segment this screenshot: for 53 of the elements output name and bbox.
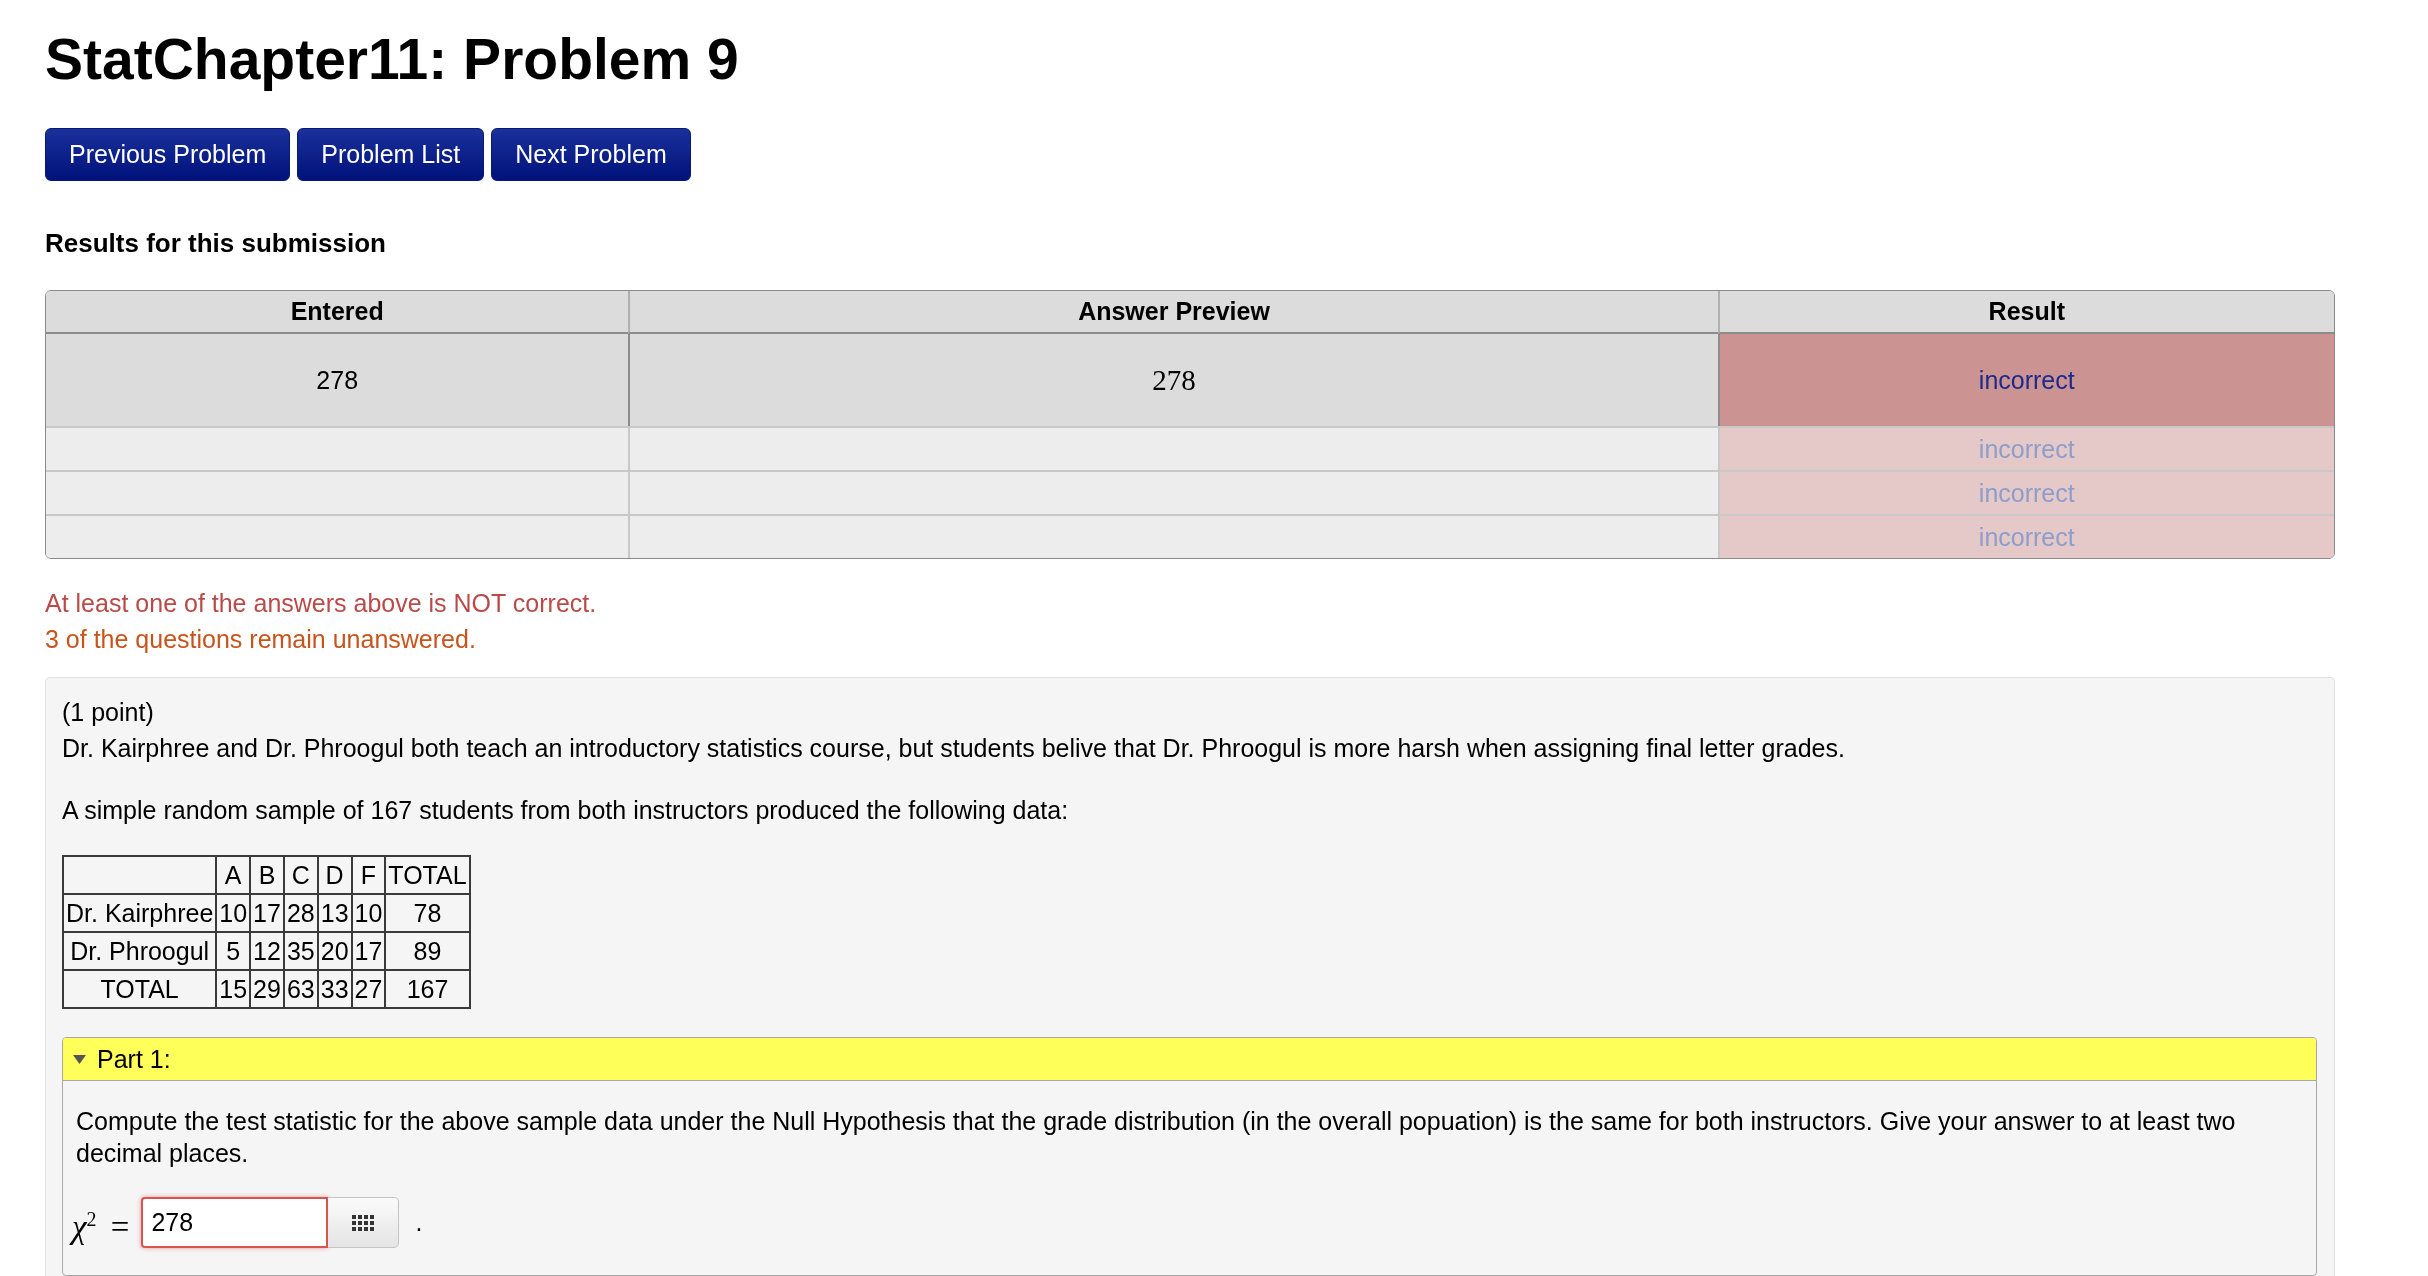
column-header: D — [317, 856, 352, 894]
column-header: Result — [1717, 291, 2334, 334]
question-text: Compute the test statistic for the above sample data under the Null Hypothesis that the grade distribution (in the overall popuation) is the same for both instructors. Give your answer to at least two decimal places. — [76, 1106, 2237, 1169]
table-cell: 27 — [351, 970, 386, 1008]
row-header: TOTAL — [63, 970, 217, 1008]
nav-button[interactable]: Problem List — [297, 128, 485, 181]
result-cell: incorrect — [1717, 426, 2334, 470]
part-header[interactable]: Part 1: — [63, 1038, 2316, 1081]
table-cell: 13 — [317, 894, 352, 932]
nav-button[interactable]: Previous Problem — [45, 128, 291, 181]
problem-text: Dr. Kairphree and Dr. Phroogul both teach an introductory statistics course, but students belive that Dr. Phroogul is more harsh when assigning final letter grades. — [62, 733, 1846, 764]
entered-cell: 278 — [46, 334, 629, 426]
column-header: TOTAL — [385, 856, 470, 894]
row-header: Dr. Kairphree — [63, 894, 217, 932]
preview-cell: 278 — [628, 334, 1718, 426]
table-cell: 35 — [283, 932, 318, 970]
table-cell: 17 — [250, 894, 284, 932]
column-header: Answer Preview — [628, 291, 1718, 334]
table-cell: 89 — [385, 932, 470, 970]
table-cell: 167 — [385, 970, 470, 1008]
column-header: B — [250, 856, 284, 894]
row-header: Dr. Phroogul — [63, 932, 217, 970]
nav-button[interactable]: Next Problem — [491, 128, 691, 181]
points-text: (1 point) — [62, 697, 154, 728]
error-message: At least one of the answers above is NOT correct. — [45, 588, 597, 619]
column-header: A — [216, 856, 251, 894]
caret-icon — [73, 1054, 86, 1064]
result-cell: incorrect — [1717, 514, 2334, 558]
table-cell: 12 — [250, 932, 284, 970]
warning-message: 3 of the questions remain unanswered. — [45, 624, 476, 655]
answer-input[interactable]: 278 — [141, 1197, 329, 1248]
table-cell: 63 — [283, 970, 318, 1008]
grid-icon — [352, 1214, 375, 1231]
table-cell: 17 — [351, 932, 386, 970]
column-header: Entered — [46, 291, 629, 334]
table-cell: 10 — [216, 894, 251, 932]
table-cell: 33 — [317, 970, 352, 1008]
table-cell: 29 — [250, 970, 284, 1008]
column-header: C — [283, 856, 318, 894]
table-cell: 5 — [216, 932, 251, 970]
section-heading: Results for this submission — [45, 228, 386, 259]
result-cell: incorrect — [1717, 470, 2334, 514]
table-cell: 15 — [216, 970, 251, 1008]
table-cell: 20 — [317, 932, 352, 970]
problem-text: A simple random sample of 167 students from both instructors produced the following data: — [62, 795, 1070, 826]
page-title: StatChapter11: Problem 9 — [45, 26, 739, 93]
table-cell: 78 — [385, 894, 470, 932]
result-cell: incorrect — [1717, 334, 2334, 426]
column-header: F — [351, 856, 386, 894]
table-cell: 28 — [283, 894, 318, 932]
table-cell: 10 — [351, 894, 386, 932]
punctuation-text: . — [415, 1208, 423, 1237]
palette-button[interactable] — [328, 1197, 400, 1248]
